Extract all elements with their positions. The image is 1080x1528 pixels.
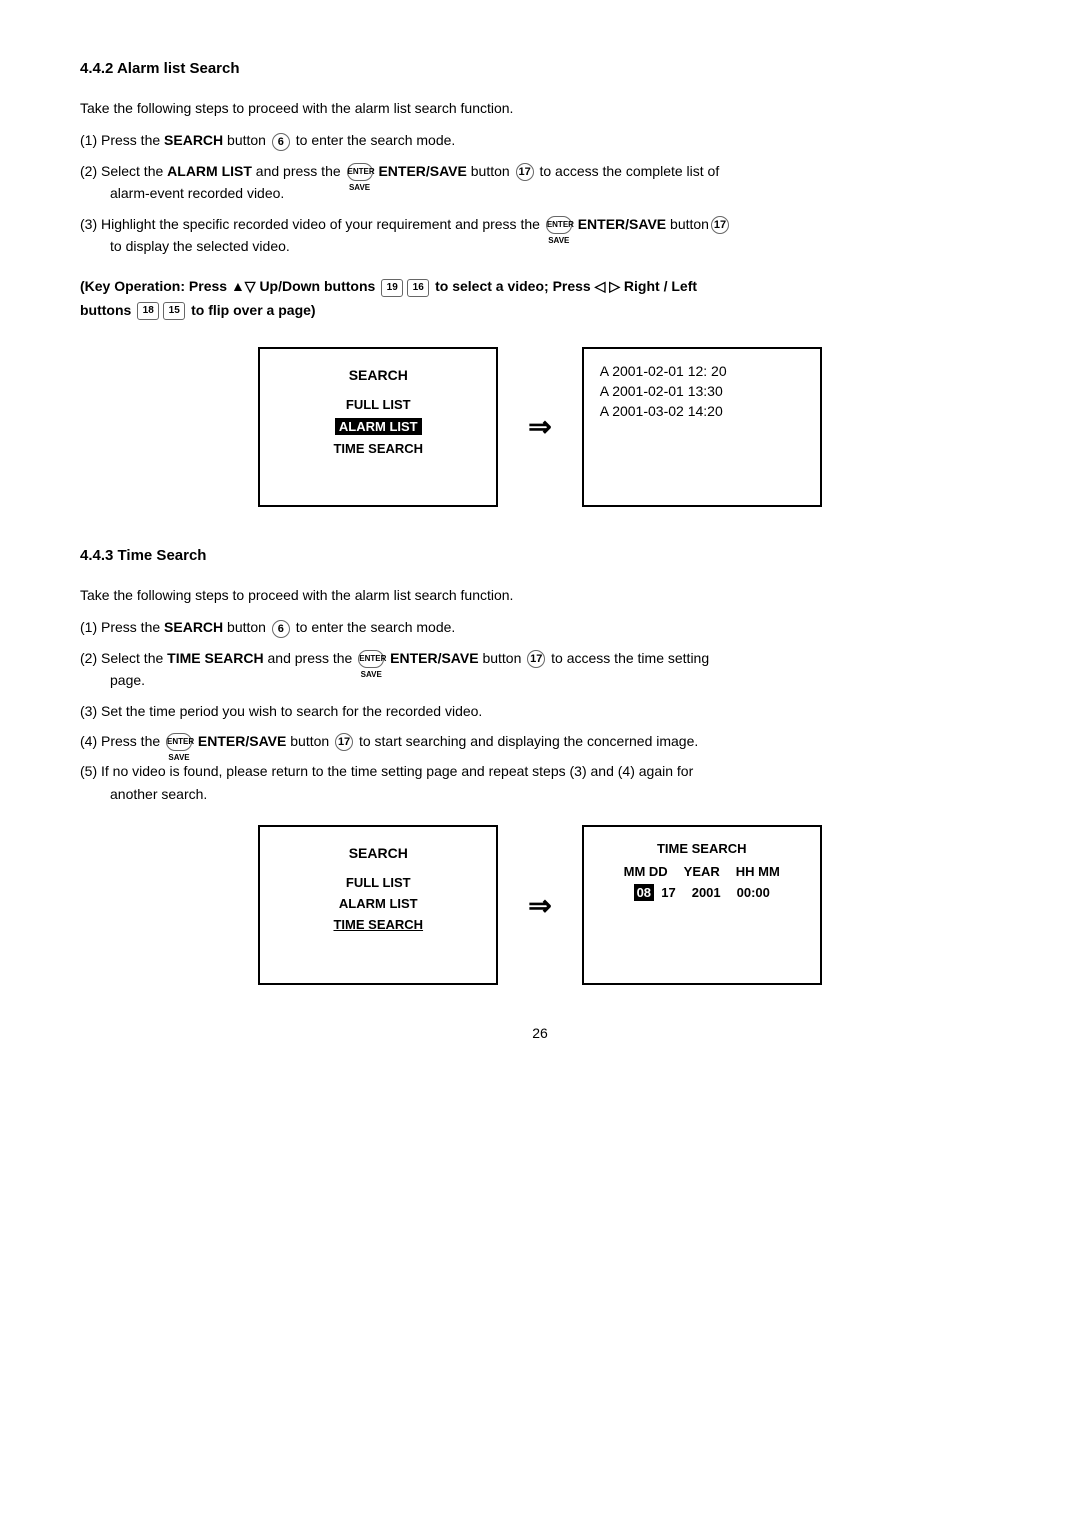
- menu-full-list-443: FULL LIST: [346, 875, 411, 890]
- col-year: YEAR: [684, 864, 720, 879]
- menu-time-search-443: TIME SEARCH: [333, 917, 423, 932]
- btn-17-icon-2: 17: [711, 216, 729, 234]
- result-item-1: A 2001-02-01 12: 20: [600, 363, 804, 379]
- time-search-values: 08 17 2001 00:00: [600, 885, 804, 900]
- updown-icon-15: 15: [163, 302, 185, 320]
- enter-save-icon-2: ENTERSAVE: [546, 216, 572, 234]
- menu-title-442: SEARCH: [280, 367, 476, 383]
- menu-title-443: SEARCH: [280, 845, 476, 861]
- enter-save-icon-1: ENTERSAVE: [347, 163, 373, 181]
- time-search-title: TIME SEARCH: [600, 841, 804, 856]
- val-mm-highlighted: 08: [634, 884, 654, 901]
- key-operation-442: (Key Operation: Press ▲▽ Up/Down buttons…: [80, 275, 1000, 323]
- col-hhmm: HH MM: [736, 864, 780, 879]
- section-443-title: 4.4.3 Time Search: [80, 547, 1000, 564]
- result-item-3: A 2001-03-02 14:20: [600, 403, 804, 419]
- menu-alarm-list-442: ALARM LIST: [335, 418, 422, 435]
- col-mmdd: MM DD: [624, 864, 668, 879]
- search-button-icon: 6: [272, 133, 290, 151]
- result-item-2: A 2001-02-01 13:30: [600, 383, 804, 399]
- section-442: 4.4.2 Alarm list Search Take the followi…: [80, 60, 1000, 507]
- step-443-4: (4) Press the ENTERSAVE ENTER/SAVE butto…: [80, 730, 1000, 752]
- diagram-443: SEARCH FULL LIST ALARM LIST TIME SEARCH …: [80, 825, 1000, 985]
- time-search-box: TIME SEARCH MM DD YEAR HH MM 08 17 2001 …: [582, 825, 822, 985]
- arrow-443: ⇒: [528, 889, 551, 922]
- search-btn-icon-443: 6: [272, 620, 290, 638]
- step-443-3: (3) Set the time period you wish to sear…: [80, 700, 1000, 722]
- search-menu-box-443: SEARCH FULL LIST ALARM LIST TIME SEARCH: [258, 825, 498, 985]
- step-443-2: (2) Select the TIME SEARCH and press the…: [80, 647, 1000, 692]
- btn-17-icon-4: 17: [335, 733, 353, 751]
- val-year: 2001: [692, 885, 721, 900]
- updown-icon-18: 18: [137, 302, 159, 320]
- menu-alarm-list-443: ALARM LIST: [339, 896, 418, 911]
- section-443-intro: Take the following steps to proceed with…: [80, 584, 1000, 606]
- updown-icon-19: 19: [381, 279, 403, 297]
- btn-17-icon: 17: [516, 163, 534, 181]
- section-443: 4.4.3 Time Search Take the following ste…: [80, 547, 1000, 985]
- step-442-1: (1) Press the SEARCH button 6 to enter t…: [80, 129, 1000, 151]
- val-mmdd: 08 17: [634, 885, 676, 900]
- menu-time-search-442: TIME SEARCH: [333, 441, 423, 456]
- section-442-intro: Take the following steps to proceed with…: [80, 97, 1000, 119]
- btn-17-icon-3: 17: [527, 650, 545, 668]
- step-442-2: (2) Select the ALARM LIST and press the …: [80, 160, 1000, 205]
- updown-icon-16: 16: [407, 279, 429, 297]
- enter-save-icon-4: ENTERSAVE: [166, 733, 192, 751]
- search-menu-box-442: SEARCH FULL LIST ALARM LIST TIME SEARCH: [258, 347, 498, 507]
- page-number: 26: [80, 1025, 1000, 1041]
- enter-save-icon-3: ENTERSAVE: [358, 650, 384, 668]
- diagram-442: SEARCH FULL LIST ALARM LIST TIME SEARCH …: [80, 347, 1000, 507]
- step-443-1: (1) Press the SEARCH button 6 to enter t…: [80, 616, 1000, 638]
- section-442-title: 4.4.2 Alarm list Search: [80, 60, 1000, 77]
- menu-full-list-442: FULL LIST: [346, 397, 411, 412]
- arrow-icon-443: ⇒: [528, 889, 551, 922]
- results-box-442: A 2001-02-01 12: 20 A 2001-02-01 13:30 A…: [582, 347, 822, 507]
- time-search-col-headers: MM DD YEAR HH MM: [600, 864, 804, 879]
- val-hhmm: 00:00: [737, 885, 770, 900]
- step-443-5: (5) If no video is found, please return …: [80, 760, 1000, 805]
- arrow-icon: ⇒: [528, 410, 551, 443]
- arrow-442: ⇒: [528, 410, 551, 443]
- step-442-3: (3) Highlight the specific recorded vide…: [80, 213, 1000, 258]
